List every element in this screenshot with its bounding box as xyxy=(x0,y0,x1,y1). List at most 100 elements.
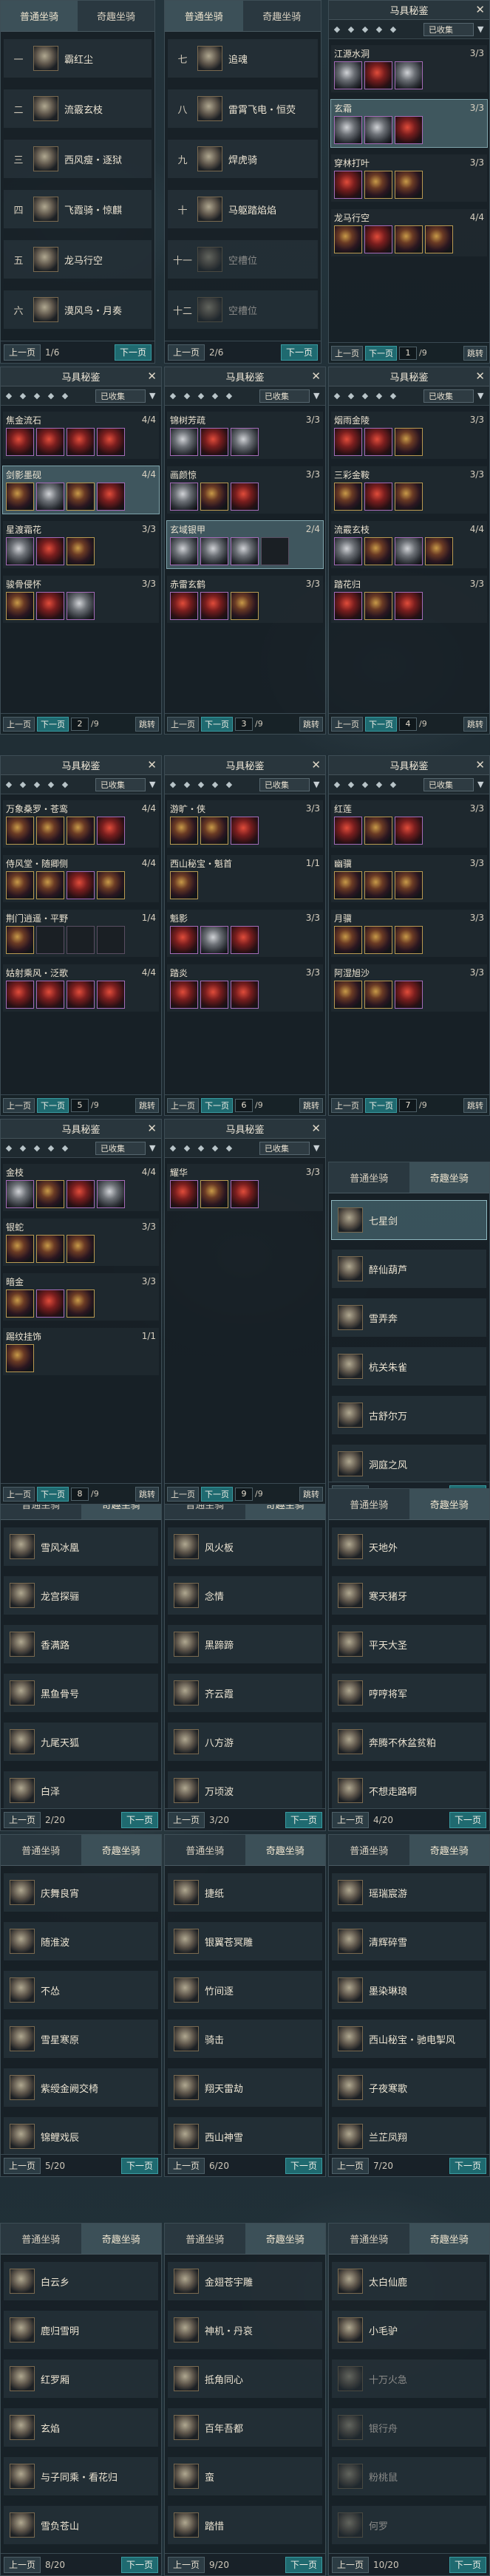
stirrup-icon[interactable]: ◆ xyxy=(32,780,42,790)
equip-item-slot[interactable] xyxy=(36,483,64,511)
next-page-button[interactable]: 下一页 xyxy=(201,1097,233,1113)
equip-item-slot[interactable] xyxy=(200,483,228,511)
mount-row[interactable]: 六 漠风鸟・月奏 xyxy=(4,290,152,329)
equip-set[interactable]: 流霰玄枝 4/4 xyxy=(331,521,487,568)
reins-icon[interactable]: ◆ xyxy=(388,391,398,401)
equip-item-slot[interactable] xyxy=(364,592,392,620)
equip-item-slot[interactable] xyxy=(364,981,392,1009)
mount-row[interactable]: 三 西风瘦・逐狱 xyxy=(4,140,152,178)
equip-item-slot[interactable] xyxy=(334,116,362,144)
reins-icon[interactable]: ◆ xyxy=(60,1143,70,1154)
equip-item-slot[interactable] xyxy=(170,871,198,899)
bridle-icon[interactable]: ◆ xyxy=(18,780,28,790)
prev-page-button[interactable]: 上一页 xyxy=(332,1811,370,1828)
horseshoe-icon[interactable]: ◆ xyxy=(210,1143,220,1154)
mount-row[interactable]: 杭关朱雀 xyxy=(332,1347,486,1386)
equip-item-slot[interactable] xyxy=(200,592,228,620)
equip-item-slot[interactable] xyxy=(425,225,453,253)
equip-item-slot[interactable] xyxy=(395,225,423,253)
mount-row[interactable]: 七 追魂 xyxy=(168,39,318,78)
equip-set[interactable]: 画颜惊 3/3 xyxy=(167,466,323,514)
stirrup-icon[interactable]: ◆ xyxy=(360,780,370,790)
saddle-icon[interactable]: ◆ xyxy=(332,391,342,401)
equip-item-slot[interactable] xyxy=(170,817,198,845)
next-page-button[interactable]: 下一页 xyxy=(201,716,233,732)
prev-page-button[interactable]: 上一页 xyxy=(4,2157,41,2174)
stirrup-icon[interactable]: ◆ xyxy=(196,780,206,790)
equip-item-slot[interactable] xyxy=(200,926,228,954)
equip-item-slot[interactable] xyxy=(334,817,362,845)
equip-set[interactable]: 阿湿旭沙 3/3 xyxy=(331,964,487,1012)
next-page-button[interactable]: 下一页 xyxy=(120,2556,158,2573)
funnel-icon[interactable]: ▼ xyxy=(313,1143,322,1154)
stirrup-icon[interactable]: ◆ xyxy=(196,391,206,401)
equip-item-slot[interactable] xyxy=(395,428,423,456)
reins-icon[interactable]: ◆ xyxy=(224,780,234,790)
equip-item-slot[interactable] xyxy=(364,225,392,253)
tab-normal-mount[interactable]: 普通坐骑 xyxy=(329,1489,409,1520)
stirrup-icon[interactable]: ◆ xyxy=(360,24,370,35)
equip-item-slot[interactable] xyxy=(200,817,228,845)
collected-filter-select[interactable]: 已收集 xyxy=(423,389,474,403)
mount-row[interactable]: 西山秘宝・驰电掣风 xyxy=(332,2020,486,2058)
tab-special-mount[interactable]: 奇趣坐骑 xyxy=(78,1,154,32)
equip-set[interactable]: 踢纹挂饰 1/1 xyxy=(3,1328,159,1375)
equip-set[interactable]: 金枝 4/4 xyxy=(3,1164,159,1211)
mount-row[interactable]: 齐云霞 xyxy=(168,1674,322,1712)
equip-item-slot[interactable] xyxy=(364,926,392,954)
prev-page-button[interactable]: 上一页 xyxy=(331,1097,363,1113)
equip-set[interactable]: 游旷・侠 3/3 xyxy=(167,800,323,848)
horseshoe-icon[interactable]: ◆ xyxy=(374,24,384,35)
equip-item-slot[interactable] xyxy=(395,171,423,199)
tab-special-mount[interactable]: 奇趣坐骑 xyxy=(409,1489,489,1520)
tab-special-mount[interactable]: 奇趣坐骑 xyxy=(81,2224,161,2255)
equip-item-slot[interactable] xyxy=(395,592,423,620)
mount-row[interactable]: 五 龙马行空 xyxy=(4,240,152,279)
tab-normal-mount[interactable]: 普通坐骑 xyxy=(1,1,78,32)
equip-item-slot[interactable] xyxy=(231,817,259,845)
close-icon[interactable]: ✕ xyxy=(311,758,321,771)
equip-set[interactable]: 荆门逍遥・平野 1/4 xyxy=(3,910,159,957)
mount-row[interactable]: 瑶瑞宸游 xyxy=(332,1873,486,1912)
prev-page-button[interactable]: 上一页 xyxy=(331,345,363,361)
equip-set[interactable]: 玄霜 3/3 xyxy=(330,99,488,148)
equip-item-slot[interactable] xyxy=(36,1289,64,1318)
equip-item-slot[interactable] xyxy=(395,483,423,511)
equip-item-slot[interactable] xyxy=(200,981,228,1009)
next-page-button[interactable]: 下一页 xyxy=(285,2157,322,2174)
mount-row[interactable]: 平天大圣 xyxy=(332,1625,486,1663)
mount-row[interactable]: 不怂 xyxy=(4,1971,158,2009)
page-input[interactable]: 3 xyxy=(235,717,253,731)
equip-item-slot[interactable] xyxy=(97,981,125,1009)
horseshoe-icon[interactable]: ◆ xyxy=(210,391,220,401)
next-page-button[interactable]: 下一页 xyxy=(365,1097,397,1113)
mount-row[interactable]: 何罗 xyxy=(332,2506,486,2544)
equip-item-slot[interactable] xyxy=(364,428,392,456)
mount-row[interactable]: 雪弄奔 xyxy=(332,1298,486,1337)
equip-set[interactable]: 烟雨金陵 3/3 xyxy=(331,412,487,459)
equip-item-slot[interactable] xyxy=(6,817,34,845)
equip-item-slot[interactable] xyxy=(97,428,125,456)
reins-icon[interactable]: ◆ xyxy=(388,24,398,35)
equip-item-slot[interactable] xyxy=(364,61,392,89)
close-icon[interactable]: ✕ xyxy=(147,1122,157,1135)
mount-row[interactable]: 蛮 xyxy=(168,2457,322,2495)
equip-item-slot[interactable] xyxy=(67,483,95,511)
mount-row[interactable]: 龙宫探骊 xyxy=(4,1576,158,1615)
page-input[interactable]: 7 xyxy=(399,1098,417,1112)
equip-set[interactable]: 耀华 3/3 xyxy=(167,1164,323,1211)
page-input[interactable]: 2 xyxy=(71,717,89,731)
equip-item-slot[interactable] xyxy=(6,537,34,565)
equip-set[interactable]: 三彩金鞍 3/3 xyxy=(331,466,487,514)
equip-item-slot[interactable] xyxy=(170,981,198,1009)
equip-set[interactable]: 踏炎 3/3 xyxy=(167,964,323,1012)
funnel-icon[interactable]: ▼ xyxy=(477,391,486,401)
mount-row[interactable]: 银翼苍冥雕 xyxy=(168,1922,322,1960)
stirrup-icon[interactable]: ◆ xyxy=(196,1143,206,1154)
equip-set[interactable]: 红莲 3/3 xyxy=(331,800,487,848)
equip-set[interactable]: 魁影 3/3 xyxy=(167,910,323,957)
equip-item-slot[interactable] xyxy=(6,592,34,620)
equip-item-slot[interactable] xyxy=(67,537,95,565)
equip-item-slot[interactable] xyxy=(67,871,95,899)
equip-set[interactable]: 焦金流石 4/4 xyxy=(3,412,159,459)
